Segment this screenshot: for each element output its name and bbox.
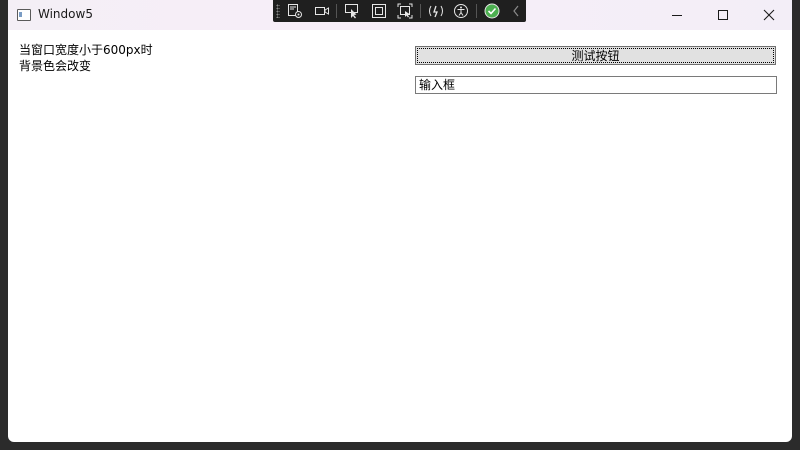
maximize-button[interactable] bbox=[700, 0, 746, 30]
app-window: Window5 当窗口宽度小于600px时 背景色会改变 测试按钮 输入框 bbox=[8, 0, 792, 442]
hint-text: 当窗口宽度小于600px时 背景色会改变 bbox=[19, 42, 153, 74]
frame-icon[interactable] bbox=[370, 2, 388, 20]
test-button[interactable]: 测试按钮 bbox=[415, 46, 776, 65]
collapse-chevron-icon[interactable] bbox=[507, 2, 525, 20]
window-content: 当窗口宽度小于600px时 背景色会改变 测试按钮 输入框 bbox=[8, 30, 792, 442]
close-button[interactable] bbox=[746, 0, 792, 30]
app-window-icon bbox=[17, 9, 31, 21]
pointer-select-icon[interactable] bbox=[343, 2, 361, 20]
toolbar-separator bbox=[476, 4, 477, 18]
text-input[interactable]: 输入框 bbox=[415, 76, 777, 94]
toolbar-separator bbox=[336, 4, 337, 18]
minimize-button[interactable] bbox=[654, 0, 700, 30]
minimize-icon bbox=[672, 15, 682, 16]
toolbar-separator bbox=[420, 4, 421, 18]
hint-line-1: 当窗口宽度小于600px时 bbox=[19, 43, 153, 57]
close-icon bbox=[763, 9, 775, 21]
hot-reload-icon[interactable] bbox=[427, 2, 445, 20]
element-select-icon[interactable] bbox=[286, 2, 304, 20]
accessibility-icon[interactable] bbox=[452, 2, 470, 20]
window-title: Window5 bbox=[38, 7, 93, 21]
debug-toolbar bbox=[273, 0, 526, 22]
toolbar-grip-handle[interactable] bbox=[276, 4, 280, 18]
hint-line-2: 背景色会改变 bbox=[19, 59, 92, 73]
maximize-icon bbox=[718, 10, 728, 20]
video-icon[interactable] bbox=[313, 2, 331, 20]
display-layout-icon[interactable] bbox=[396, 2, 414, 20]
status-check-icon[interactable] bbox=[483, 2, 501, 20]
